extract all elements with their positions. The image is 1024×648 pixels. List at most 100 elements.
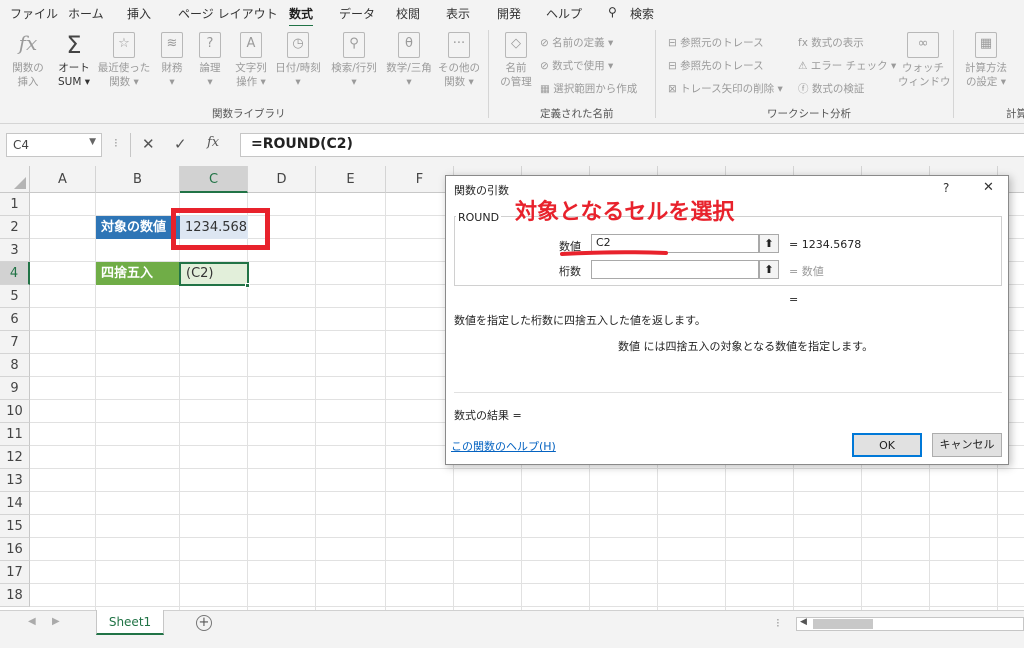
cell-c4-active[interactable]: (C2) bbox=[179, 262, 249, 286]
chevron-down-icon[interactable]: ▼ bbox=[89, 137, 96, 147]
row-header-5[interactable]: 5 bbox=[0, 285, 30, 308]
tab-developer[interactable]: 開発 bbox=[497, 5, 521, 22]
tab-file[interactable]: ファイル bbox=[10, 5, 58, 22]
evaluate-formula-button[interactable]: ⓕ 数式の検証 bbox=[798, 81, 864, 96]
gridline bbox=[385, 193, 386, 610]
row-header-9[interactable]: 9 bbox=[0, 377, 30, 400]
name-manager-button[interactable]: ◇ 名前 の管理 bbox=[494, 32, 538, 89]
theta-icon: θ bbox=[398, 32, 420, 58]
cancel-icon[interactable]: ✕ bbox=[142, 135, 155, 153]
trace-precedents-button[interactable]: ⊟ 参照元のトレース bbox=[668, 35, 764, 50]
text-functions-button[interactable]: A 文字列 操作 ▾ bbox=[232, 32, 270, 89]
dialog-divider bbox=[454, 392, 1002, 393]
financial-button[interactable]: ≋ 財務 ▾ bbox=[156, 32, 188, 89]
select-all-corner[interactable] bbox=[0, 166, 30, 193]
column-header-e[interactable]: E bbox=[316, 166, 386, 193]
tab-review[interactable]: 校閲 bbox=[396, 5, 420, 22]
ribbon-divider bbox=[488, 30, 489, 118]
autosum-button[interactable]: Σ オート SUM ▾ bbox=[54, 32, 94, 89]
annotation-underline bbox=[560, 250, 668, 256]
ok-button[interactable]: OK bbox=[852, 433, 922, 457]
row-header-1[interactable]: 1 bbox=[0, 193, 30, 216]
define-name-button[interactable]: ⊘ 名前の定義 ▾ bbox=[540, 35, 613, 50]
enter-check-icon[interactable]: ✓ bbox=[174, 135, 187, 153]
recent-functions-button[interactable]: ☆ 最近使った 関数 ▾ bbox=[97, 32, 151, 89]
row-header-12[interactable]: 12 bbox=[0, 446, 30, 469]
horizontal-scrollbar[interactable]: ◀ bbox=[796, 617, 1024, 631]
tab-home[interactable]: ホーム bbox=[68, 5, 104, 22]
collapse-dialog-icon[interactable]: ⬆ bbox=[759, 260, 779, 279]
formula-input[interactable]: =ROUND(C2) bbox=[240, 133, 1024, 157]
name-box[interactable]: C4 ▼ bbox=[6, 133, 102, 157]
argument-description: 数値 には四捨五入の対象となる数値を指定します。 bbox=[618, 340, 874, 353]
search-icon[interactable]: ⚲ bbox=[608, 5, 617, 19]
tab-page-layout[interactable]: ページ レイアウト bbox=[178, 5, 278, 22]
clock-icon: ◷ bbox=[287, 32, 309, 58]
datetime-button[interactable]: ◷ 日付/時刻 ▾ bbox=[273, 32, 323, 89]
tab-data[interactable]: データ bbox=[339, 5, 375, 22]
show-formulas-button[interactable]: fx 数式の表示 bbox=[798, 35, 864, 50]
function-help-link[interactable]: この関数のヘルプ(H) bbox=[451, 438, 556, 454]
help-icon[interactable]: ? bbox=[943, 181, 949, 195]
column-header-a[interactable]: A bbox=[30, 166, 96, 193]
row-header-11[interactable]: 11 bbox=[0, 423, 30, 446]
arg1-result: = 1234.5678 bbox=[789, 238, 862, 251]
row-header-10[interactable]: 10 bbox=[0, 400, 30, 423]
tab-help[interactable]: ヘルプ bbox=[546, 5, 582, 22]
close-icon[interactable]: ✕ bbox=[983, 180, 994, 195]
status-bar bbox=[0, 636, 1024, 648]
row-header-17[interactable]: 17 bbox=[0, 561, 30, 584]
ribbon-divider bbox=[953, 30, 954, 118]
row-header-18[interactable]: 18 bbox=[0, 584, 30, 607]
scroll-right-icon[interactable]: ▶ bbox=[52, 616, 60, 627]
row-header-2[interactable]: 2 bbox=[0, 216, 30, 239]
gridline bbox=[315, 193, 316, 610]
create-from-selection-button[interactable]: ▦ 選択範囲から作成 bbox=[540, 81, 637, 96]
row-header-14[interactable]: 14 bbox=[0, 492, 30, 515]
more-functions-button[interactable]: ··· その他の 関数 ▾ bbox=[437, 32, 481, 89]
math-trig-button[interactable]: θ 数学/三角 ▾ bbox=[383, 32, 435, 89]
insert-function-button[interactable]: fx 関数の 挿入 bbox=[8, 32, 48, 89]
column-header-d[interactable]: D bbox=[248, 166, 316, 193]
function-description: 数値を指定した桁数に四捨五入した値を返します。 bbox=[454, 314, 706, 327]
fill-handle[interactable] bbox=[245, 283, 250, 288]
tab-insert[interactable]: 挿入 bbox=[127, 5, 151, 22]
group-label-formula-auditing: ワークシート分析 bbox=[767, 108, 851, 120]
row-header-13[interactable]: 13 bbox=[0, 469, 30, 492]
calc-options-button[interactable]: ▦ 計算方法 の設定 ▾ bbox=[960, 32, 1012, 89]
trace-dependents-button[interactable]: ⊟ 参照先のトレース bbox=[668, 58, 764, 73]
add-sheet-icon[interactable]: + bbox=[196, 615, 212, 631]
row-header-4[interactable]: 4 bbox=[0, 262, 30, 285]
error-check-button[interactable]: ⚠ エラー チェック ▾ bbox=[798, 58, 896, 73]
tab-view[interactable]: 表示 bbox=[446, 5, 470, 22]
cell-b4[interactable]: 四捨五入 bbox=[96, 262, 180, 285]
dialog-title: 関数の引数 bbox=[454, 184, 509, 197]
tab-search[interactable]: 検索 bbox=[630, 5, 654, 22]
collapse-dialog-icon[interactable]: ⬆ bbox=[759, 234, 779, 253]
remove-arrows-button[interactable]: ⊠ トレース矢印の削除 ▾ bbox=[668, 81, 783, 96]
row-header-3[interactable]: 3 bbox=[0, 239, 30, 262]
row-header-8[interactable]: 8 bbox=[0, 354, 30, 377]
logical-button[interactable]: ? 論理 ▾ bbox=[194, 32, 226, 89]
use-in-formula-button[interactable]: ⊘ 数式で使用 ▾ bbox=[540, 58, 613, 73]
row-header-6[interactable]: 6 bbox=[0, 308, 30, 331]
cancel-button[interactable]: キャンセル bbox=[932, 433, 1002, 457]
watch-window-button[interactable]: ∞ ウォッチ ウィンドウ bbox=[898, 32, 951, 89]
gridline bbox=[247, 193, 248, 610]
tab-formulas[interactable]: 数式 bbox=[289, 5, 314, 27]
calculator-icon: ▦ bbox=[975, 32, 997, 58]
lookup-button[interactable]: ⚲ 検索/行列 ▾ bbox=[328, 32, 380, 89]
scroll-left-icon[interactable]: ◀ bbox=[28, 616, 36, 627]
column-header-b[interactable]: B bbox=[96, 166, 180, 193]
column-header-c[interactable]: C bbox=[180, 166, 248, 193]
sheet-tab-bar: ◀ ▶ Sheet1 + ⁝ ◀ bbox=[0, 610, 1024, 636]
cell-b2[interactable]: 対象の数値 bbox=[96, 216, 180, 239]
sheet-tab-sheet1[interactable]: Sheet1 bbox=[96, 610, 164, 635]
fx-icon[interactable]: fx bbox=[207, 135, 219, 150]
ribbon-divider bbox=[655, 30, 656, 118]
row-header-15[interactable]: 15 bbox=[0, 515, 30, 538]
row-header-16[interactable]: 16 bbox=[0, 538, 30, 561]
row-header-7[interactable]: 7 bbox=[0, 331, 30, 354]
column-header-f[interactable]: F bbox=[386, 166, 454, 193]
arg2-input[interactable] bbox=[591, 260, 759, 279]
